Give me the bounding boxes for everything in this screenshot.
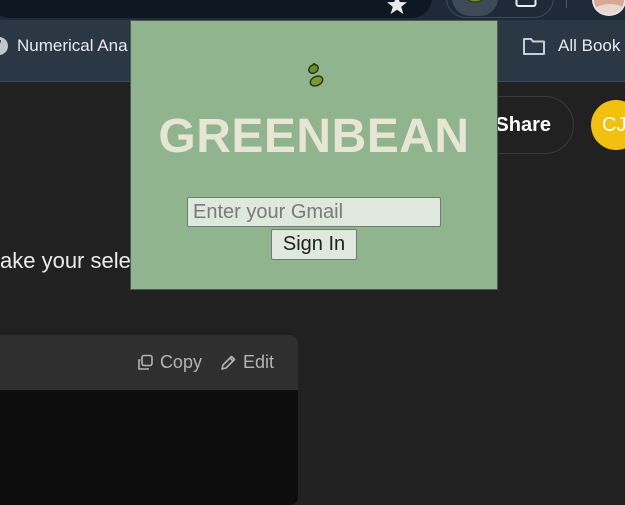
greenbean-popup: GREENBEAN Sign In <box>130 20 498 290</box>
copy-label: Copy <box>159 352 202 372</box>
site-icon <box>0 37 8 55</box>
address-bar[interactable] <box>0 0 432 18</box>
toolbar-divider <box>566 0 567 8</box>
share-label: Share <box>495 113 551 136</box>
copy-button[interactable]: Copy <box>137 352 202 373</box>
bookmark-all-bookmarks[interactable]: All Book <box>522 36 620 56</box>
code-block-header: Copy Edit <box>0 335 298 390</box>
folder-icon <box>523 38 545 55</box>
code-block: Copy Edit <box>0 335 298 505</box>
copy-icon <box>138 354 153 370</box>
window-icon[interactable] <box>515 0 537 8</box>
sign-in-button[interactable]: Sign In <box>271 229 357 260</box>
bookmark-label: All Book <box>558 36 621 55</box>
bean-extension-icon <box>467 0 483 3</box>
edit-label: Edit <box>242 352 274 372</box>
edit-button[interactable]: Edit <box>220 352 274 373</box>
bookmark-numerical-analysis[interactable]: Numerical Ana <box>0 36 128 56</box>
user-avatar[interactable]: CJ <box>591 100 625 150</box>
avatar-initials: CJ <box>602 113 625 136</box>
pencil-icon <box>221 355 236 370</box>
sign-in-label: Sign In <box>282 233 346 255</box>
gmail-input[interactable] <box>187 197 441 227</box>
bookmark-label: Numerical Ana <box>17 36 128 55</box>
app-title: GREENBEAN <box>158 110 470 163</box>
chat-message-text: ake your sele <box>0 248 131 273</box>
profile-avatar[interactable] <box>592 0 625 16</box>
bookmark-star-icon[interactable] <box>386 0 408 16</box>
browser-toolbar <box>0 0 625 20</box>
bean-icon <box>308 63 324 87</box>
